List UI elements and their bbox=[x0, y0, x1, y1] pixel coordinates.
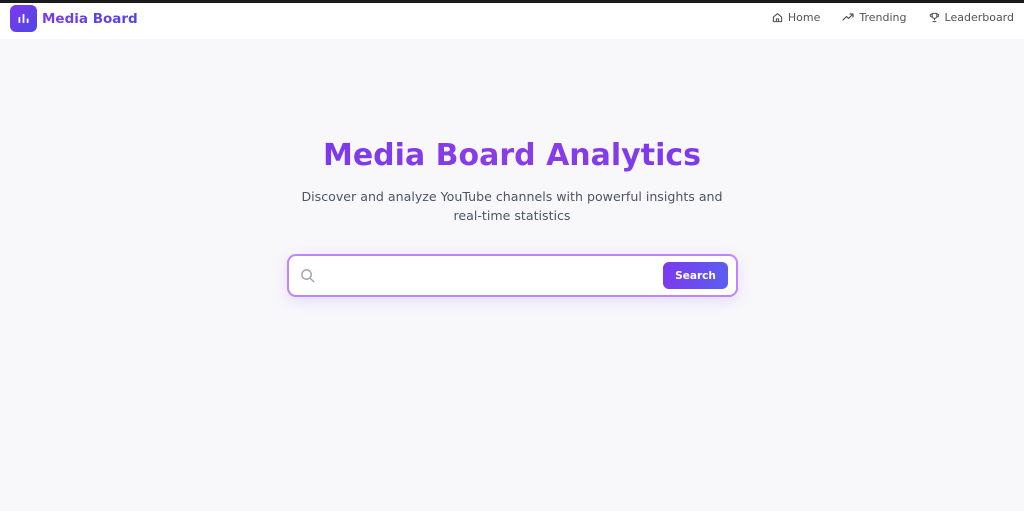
bar-chart-logo-icon bbox=[10, 5, 37, 32]
page-title: Media Board Analytics bbox=[0, 136, 1024, 176]
search-icon bbox=[301, 269, 315, 283]
search-input[interactable] bbox=[325, 262, 645, 289]
nav-item-leaderboard[interactable]: Leaderboard bbox=[929, 11, 1014, 24]
nav-item-label: Trending bbox=[859, 11, 907, 24]
nav-item-trending[interactable]: Trending bbox=[842, 11, 907, 24]
nav-links: Home Trending Leaderboard bbox=[750, 11, 1014, 24]
trophy-icon bbox=[929, 12, 939, 23]
search-button[interactable]: Search bbox=[663, 262, 728, 289]
nav-item-label: Leaderboard bbox=[944, 11, 1014, 24]
trending-up-icon bbox=[842, 13, 854, 21]
page-subtitle: Discover and analyze YouTube channels wi… bbox=[301, 189, 723, 223]
page-title-text: Media Board Analytics bbox=[322, 138, 701, 173]
navbar: Media Board Home Trending Leaderboard bbox=[0, 3, 1024, 39]
brand-name: Media Board bbox=[42, 10, 138, 27]
brand[interactable]: Media Board bbox=[10, 5, 138, 32]
nav-item-label: Home bbox=[787, 11, 821, 24]
nav-item-home[interactable]: Home bbox=[772, 11, 820, 24]
search-bar: Search bbox=[287, 254, 738, 297]
home-icon bbox=[772, 13, 783, 23]
